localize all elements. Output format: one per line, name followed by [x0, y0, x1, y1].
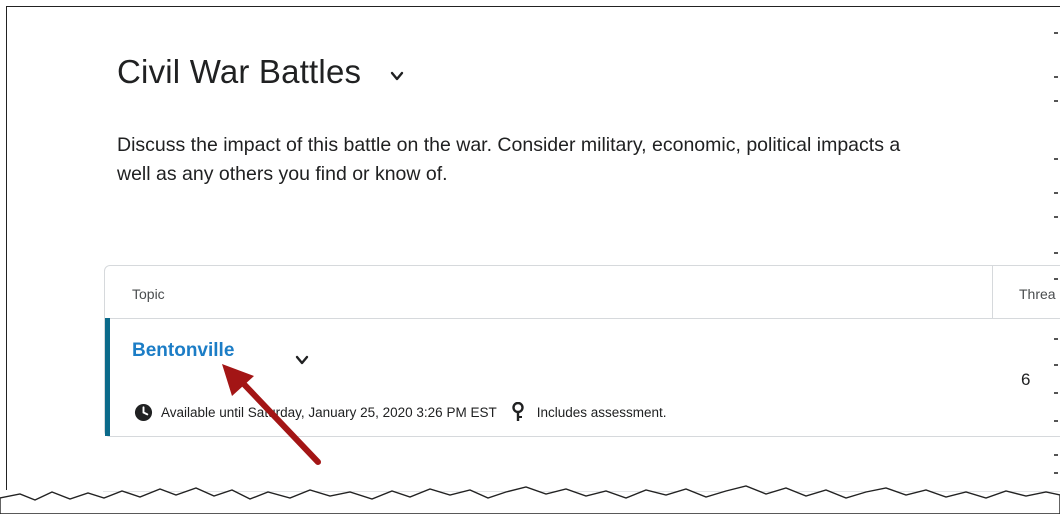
- column-divider: [992, 266, 993, 318]
- topics-table: Topic Threa Bentonville Available until …: [104, 265, 1060, 437]
- chevron-down-icon[interactable]: [294, 352, 310, 368]
- table-row: Bentonville Available until Saturday, Ja…: [105, 318, 1060, 436]
- availability-text: Available until Saturday, January 25, 20…: [161, 404, 497, 420]
- column-header-topic[interactable]: Topic: [132, 286, 165, 302]
- right-edge-marks: [1052, 20, 1060, 480]
- row-accent-bar: [105, 318, 110, 436]
- thread-count: 6: [1021, 370, 1031, 389]
- torn-edge: [0, 485, 1060, 514]
- column-header-threads[interactable]: Threa: [1019, 286, 1056, 302]
- topic-link-bentonville[interactable]: Bentonville: [132, 340, 234, 362]
- key-icon: [512, 402, 524, 421]
- description-line-2: well as any others you find or know of.: [117, 163, 448, 185]
- content-frame: Civil War Battles Discuss the impact of …: [6, 6, 1060, 490]
- title-row: Civil War Battles: [117, 53, 405, 91]
- topic-meta: Available until Saturday, January 25, 20…: [134, 402, 667, 422]
- page-description: Discuss the impact of this battle on the…: [117, 131, 1060, 189]
- description-line-1: Discuss the impact of this battle on the…: [117, 134, 901, 156]
- chevron-down-icon[interactable]: [389, 68, 405, 84]
- table-header: Topic Threa: [105, 266, 1060, 319]
- page-title: Civil War Battles: [117, 53, 362, 90]
- assessment-text: Includes assessment.: [536, 404, 667, 420]
- clock-icon: [134, 403, 153, 421]
